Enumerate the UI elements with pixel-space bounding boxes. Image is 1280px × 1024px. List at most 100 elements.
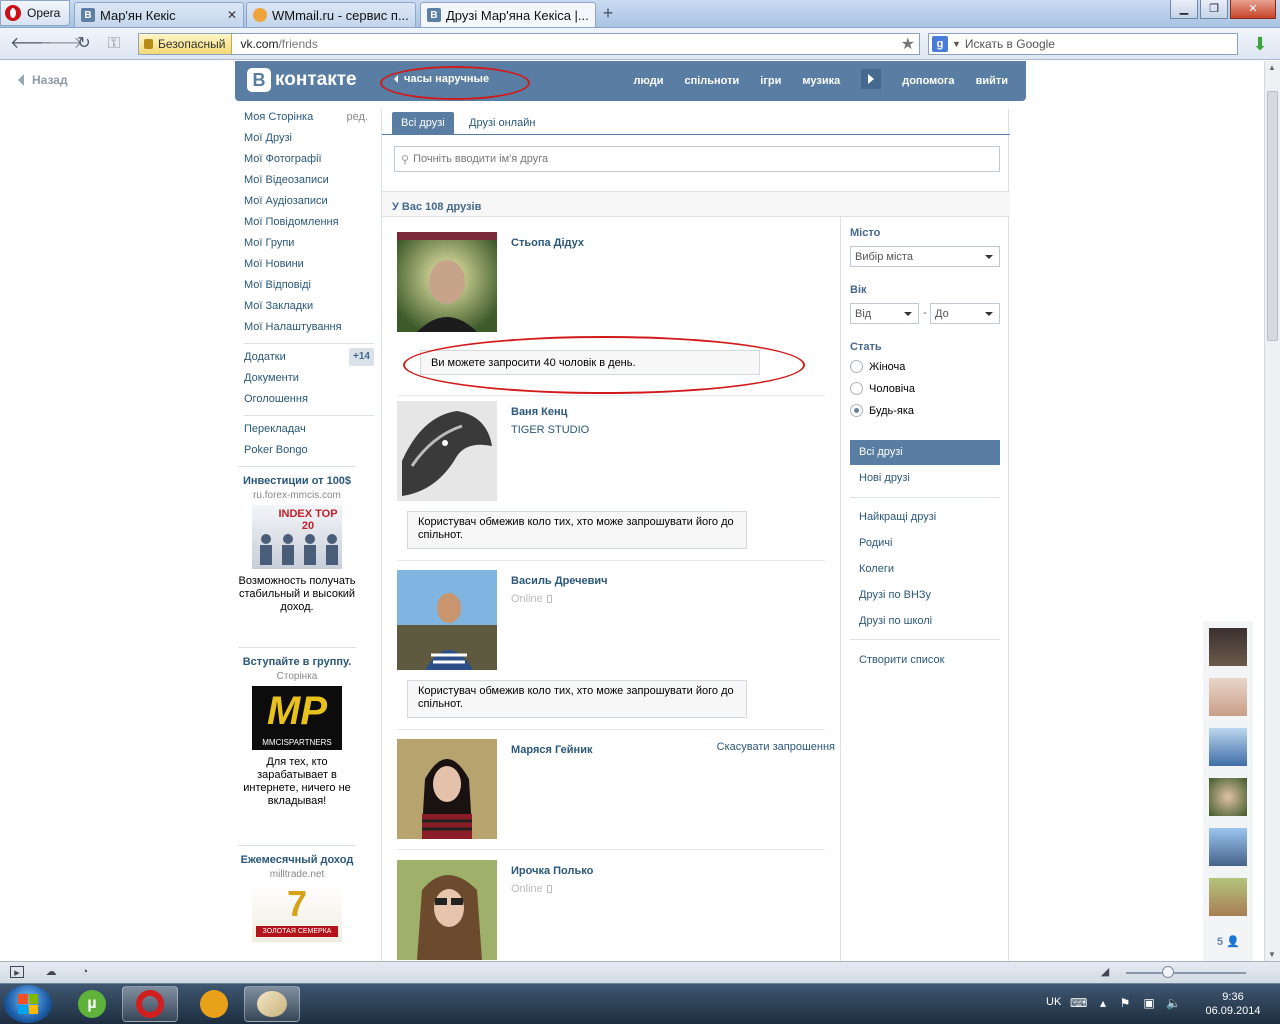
menu-item[interactable]: Мої Фотографії [244, 152, 374, 173]
close-window-icon[interactable]: ✕ [1230, 0, 1276, 19]
ad-block-1[interactable]: Инвестиции от 100$ ru.forex-mmcis.com IN… [238, 466, 356, 614]
friend-name[interactable]: Стьопа Дідух [511, 237, 584, 249]
menu-item[interactable]: Мої Відповіді [244, 278, 374, 299]
taskbar-opera[interactable] [122, 986, 178, 1022]
nav-people[interactable]: люди [633, 75, 663, 87]
start-button[interactable] [4, 985, 52, 1023]
panel-toggle-icon[interactable]: ▸ [10, 966, 24, 979]
keyboard-icon[interactable]: ⌨ [1070, 996, 1087, 1010]
menu-item[interactable]: Poker Bongo [244, 443, 374, 464]
speed-dial-icon[interactable]: ◔ [78, 966, 92, 978]
radio-button-selected[interactable] [850, 404, 863, 417]
edit-link[interactable]: ред. [347, 110, 368, 124]
menu-item[interactable]: Мої Новини [244, 257, 374, 278]
sex-option-male[interactable]: Чоловіча [850, 382, 915, 395]
nav-communities[interactable]: спільноти [684, 75, 739, 87]
opera-menu-button[interactable]: Opera [0, 0, 70, 26]
cloud-icon[interactable]: ☁ [44, 966, 58, 978]
security-badge[interactable]: Безопасный [139, 34, 233, 54]
friend-avatar[interactable] [397, 232, 497, 332]
chat-avatar[interactable] [1209, 628, 1247, 666]
taskbar-aimp[interactable] [186, 986, 242, 1022]
vertical-scrollbar[interactable]: ▲ ▼ [1264, 61, 1280, 961]
menu-item[interactable]: Мої Групи [244, 236, 374, 257]
maximize-icon[interactable]: ❐ [1200, 0, 1228, 19]
volume-icon[interactable]: 🔈 [1166, 996, 1181, 1010]
forward-arrow-icon[interactable]: 🡒 [40, 34, 83, 54]
zoom-slider-track[interactable] [1126, 972, 1246, 974]
cancel-invite-link[interactable]: Скасувати запрошення [717, 741, 835, 753]
menu-apps[interactable]: Додатки +14 [244, 348, 374, 371]
menu-item[interactable]: Мої Повідомлення [244, 215, 374, 236]
chat-avatar[interactable] [1209, 878, 1247, 916]
bookmark-star-icon[interactable]: ★ [901, 34, 915, 54]
nav-games[interactable]: ігри [760, 75, 781, 87]
friend-name[interactable]: Ваня Кенц [511, 406, 567, 418]
chat-avatar[interactable] [1209, 828, 1247, 866]
sex-option-any[interactable]: Будь-яка [850, 404, 914, 417]
friend-name[interactable]: Василь Дречевич [511, 575, 608, 587]
network-icon[interactable]: ▣ [1142, 996, 1156, 1010]
ad-block-2[interactable]: Вступайте в группу. Сторінка MP MMCISPAR… [238, 647, 356, 808]
chat-avatar[interactable] [1209, 728, 1247, 766]
menu-item[interactable]: Мої Друзі [244, 131, 374, 152]
nav-music[interactable]: музика [802, 75, 840, 87]
reload-icon[interactable]: ↻ [74, 34, 94, 54]
create-list-link[interactable]: Створити список [850, 648, 1000, 673]
chat-online-count[interactable]: 5 👤 [1217, 935, 1240, 948]
age-from-select[interactable]: Від [850, 303, 919, 324]
flag-icon[interactable]: ⚑ [1118, 996, 1132, 1010]
chat-avatar[interactable] [1209, 778, 1247, 816]
friend-search-input[interactable]: ⚲ Почніть вводити ім'я друга [394, 146, 1000, 172]
menu-item[interactable]: Мої Налаштування [244, 320, 374, 341]
list-best-friends[interactable]: Найкращі друзі [850, 505, 1000, 530]
tab-friends-online[interactable]: Друзі онлайн [460, 112, 544, 135]
list-colleagues[interactable]: Колеги [850, 557, 1000, 582]
zoom-out-icon[interactable]: ◢ [1098, 966, 1112, 978]
tab-close-icon[interactable]: ✕ [227, 8, 237, 22]
menu-item[interactable]: Оголошення [244, 392, 374, 413]
nav-more-button[interactable] [861, 69, 882, 89]
friend-avatar[interactable] [397, 401, 497, 501]
radio-button[interactable] [850, 382, 863, 395]
minimize-icon[interactable]: ▁ [1170, 0, 1198, 19]
taskbar-utorrent[interactable]: µ [64, 986, 120, 1022]
list-school-friends[interactable]: Друзі по школі [850, 609, 1000, 634]
address-bar[interactable]: Безопасный vk.com/friends ★ [138, 33, 920, 55]
menu-item[interactable]: Документи [244, 371, 374, 392]
list-university-friends[interactable]: Друзі по ВНЗу [850, 583, 1000, 608]
vk-logo[interactable]: B контакте [247, 68, 357, 92]
city-select[interactable]: Вибір міста [850, 246, 1000, 267]
friend-avatar[interactable] [397, 739, 497, 839]
list-all-friends[interactable]: Всі друзі [850, 440, 1000, 465]
tab-all-friends[interactable]: Всі друзі [392, 112, 454, 135]
list-relatives[interactable]: Родичі [850, 531, 1000, 556]
nav-logout[interactable]: вийти [976, 75, 1008, 87]
key-icon[interactable]: ⚿ [104, 34, 124, 54]
chat-avatar[interactable] [1209, 678, 1247, 716]
friend-subtitle[interactable]: TIGER STUDIO [511, 424, 589, 436]
search-box[interactable]: g ▼ Искать в Google [928, 33, 1238, 55]
download-icon[interactable]: ⬇ [1250, 34, 1270, 54]
tab-close-icon[interactable]: ✕ [594, 8, 595, 22]
scrollbar-thumb[interactable] [1267, 91, 1278, 341]
system-clock[interactable]: 9:36 06.09.2014 [1200, 990, 1266, 1018]
friend-avatar[interactable] [397, 860, 497, 960]
taskbar-paint[interactable] [244, 986, 300, 1022]
scroll-down-icon[interactable]: ▼ [1268, 950, 1276, 959]
menu-item[interactable]: Перекладач [244, 422, 374, 443]
menu-item[interactable]: Мої Відеозаписи [244, 173, 374, 194]
tab-close-icon[interactable]: ✕ [414, 8, 415, 22]
tray-expand-icon[interactable]: ▴ [1096, 996, 1110, 1010]
search-engine-dropdown-icon[interactable]: ▼ [952, 39, 961, 49]
browser-tab-2[interactable]: WMmail.ru - сервис п... ✕ [246, 2, 416, 27]
back-link[interactable]: Назад [18, 73, 68, 87]
language-indicator[interactable]: UK [1046, 996, 1061, 1008]
menu-my-page[interactable]: Моя Сторінка ред. [244, 110, 374, 131]
sex-option-female[interactable]: Жіноча [850, 360, 905, 373]
radio-button[interactable] [850, 360, 863, 373]
new-tab-plus-icon[interactable]: + [598, 4, 618, 23]
browser-tab-1[interactable]: B Мар'ян Кекіс ✕ [74, 2, 244, 27]
back-arrow-icon[interactable]: 🡐 [10, 34, 53, 54]
nav-help[interactable]: допомога [902, 75, 954, 87]
